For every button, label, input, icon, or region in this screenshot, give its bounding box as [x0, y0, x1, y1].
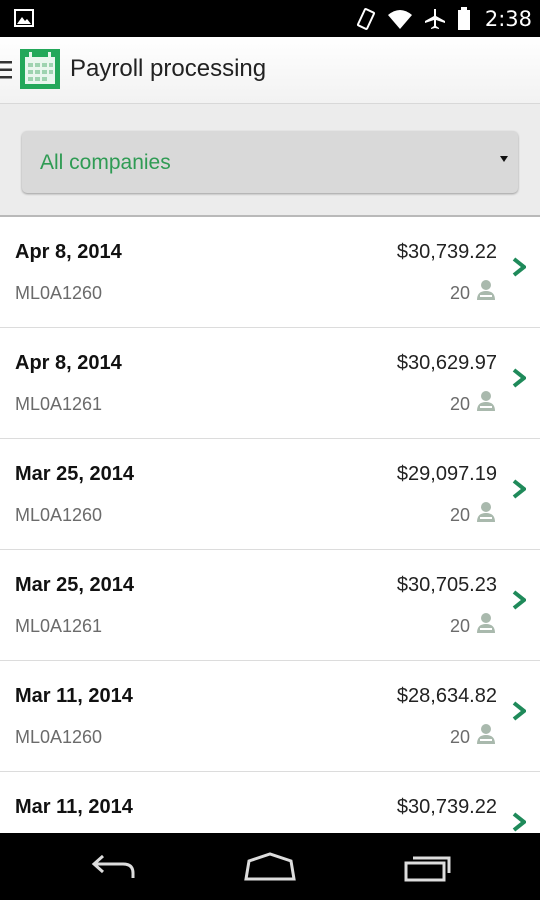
company-filter-dropdown[interactable]: All companies	[22, 131, 518, 193]
recents-icon[interactable]	[403, 851, 455, 883]
list-item[interactable]: Mar 25, 2014 ML0A1261 $30,705.23 20	[0, 550, 540, 661]
chevron-right-icon	[512, 590, 526, 610]
person-icon	[477, 280, 495, 300]
home-icon[interactable]	[243, 851, 297, 883]
company-code: ML0A1261	[15, 394, 103, 414]
list-item[interactable]: Mar 25, 2014 ML0A1260 $29,097.19 20	[0, 439, 540, 550]
payroll-amount: $30,629.97	[396, 352, 497, 374]
wifi-icon	[387, 10, 412, 29]
payroll-date: Apr 8, 2014	[15, 352, 122, 374]
payroll-list: Apr 8, 2014 ML0A1260 $30,739.22 20 Apr 8…	[0, 217, 540, 833]
picture-icon	[14, 9, 34, 27]
status-time: 2:38	[484, 7, 532, 31]
company-filter-value: All companies	[40, 151, 171, 174]
list-item[interactable]: Apr 8, 2014 ML0A1261 $30,629.97 20	[0, 328, 540, 439]
company-code: ML0A1260	[15, 505, 103, 525]
person-icon	[477, 613, 495, 633]
payroll-amount: $30,705.23	[396, 574, 497, 596]
chevron-right-icon	[512, 701, 526, 721]
company-code: ML0A1260	[15, 283, 103, 303]
payroll-app-icon[interactable]	[20, 49, 60, 89]
list-item[interactable]: Apr 8, 2014 ML0A1260 $30,739.22 20	[0, 217, 540, 328]
payroll-date: Mar 11, 2014	[15, 796, 133, 818]
list-item[interactable]: Mar 11, 2014 ML0A1260 $28,634.82 20	[0, 661, 540, 772]
person-icon	[477, 724, 495, 744]
employee-count: 20	[449, 283, 470, 303]
action-bar: Payroll processing	[0, 37, 540, 104]
hamburger-icon[interactable]	[0, 59, 12, 81]
company-code: ML0A1261	[15, 616, 103, 636]
payroll-amount: $29,097.19	[396, 463, 497, 485]
page-title: Payroll processing	[70, 55, 267, 82]
list-item[interactable]: Mar 11, 2014 $30,739.22	[0, 772, 540, 833]
payroll-date: Mar 11, 2014	[15, 685, 133, 707]
employee-count: 20	[449, 616, 470, 636]
employee-count: 20	[449, 394, 470, 414]
person-icon	[477, 391, 495, 411]
chevron-right-icon	[512, 368, 526, 388]
navigation-bar	[0, 833, 540, 900]
dropdown-arrow-icon	[500, 156, 508, 162]
chevron-right-icon	[512, 479, 526, 499]
payroll-date: Mar 25, 2014	[15, 463, 134, 485]
person-icon	[477, 502, 495, 522]
chevron-right-icon	[512, 257, 526, 277]
employee-count: 20	[449, 505, 470, 525]
employee-count: 20	[449, 727, 470, 747]
back-icon[interactable]	[88, 851, 138, 883]
filter-area: All companies	[0, 104, 540, 217]
chevron-right-icon	[512, 812, 526, 832]
status-bar: 2:38	[0, 0, 540, 37]
payroll-amount: $28,634.82	[396, 685, 497, 707]
payroll-amount: $30,739.22	[396, 796, 497, 818]
payroll-date: Apr 8, 2014	[15, 241, 122, 263]
battery-icon	[457, 7, 470, 30]
payroll-date: Mar 25, 2014	[15, 574, 134, 596]
payroll-amount: $30,739.22	[396, 241, 497, 263]
company-code: ML0A1260	[15, 727, 103, 747]
airplane-icon	[424, 9, 445, 29]
rotate-icon	[356, 8, 375, 30]
